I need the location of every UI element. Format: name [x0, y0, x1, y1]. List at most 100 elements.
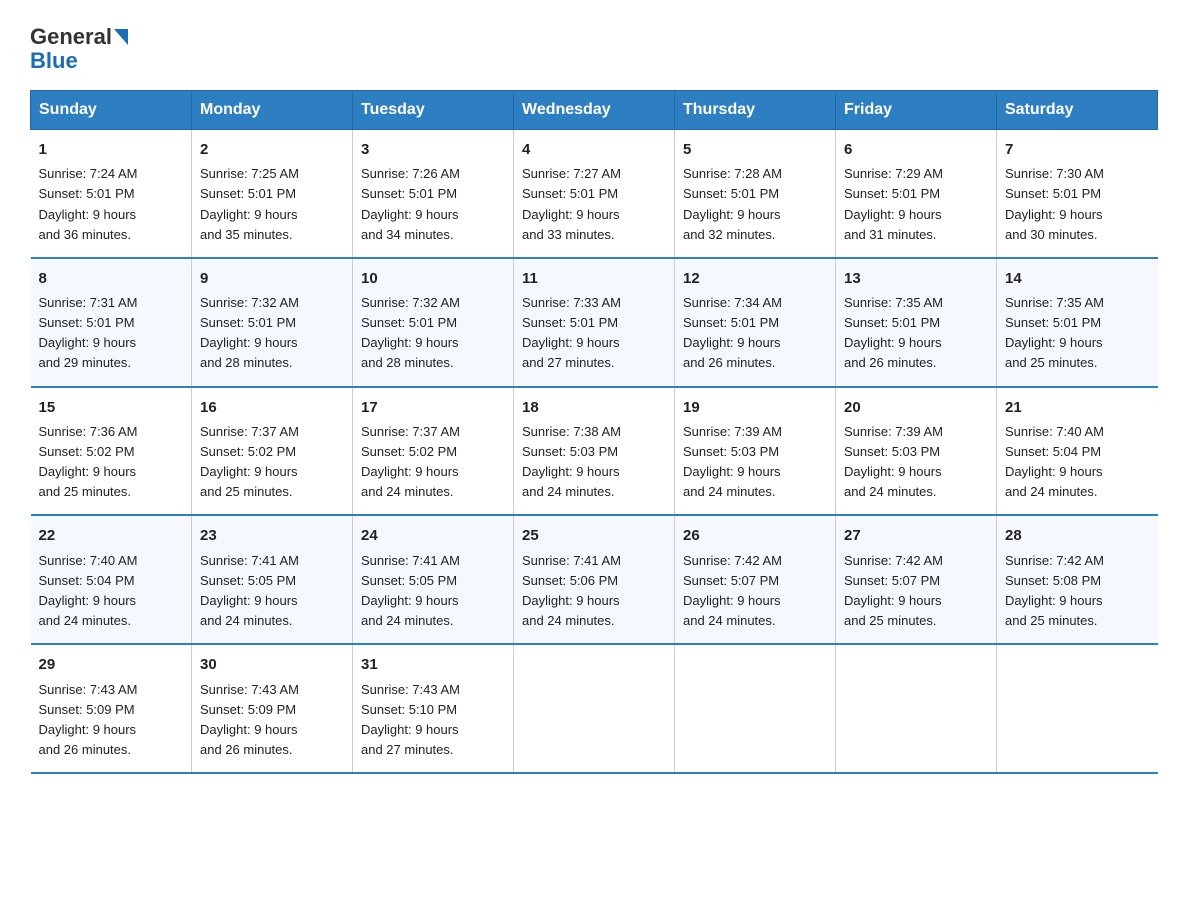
calendar-cell: 8 Sunrise: 7:31 AM Sunset: 5:01 PM Dayli…	[31, 258, 192, 387]
calendar-cell: 1 Sunrise: 7:24 AM Sunset: 5:01 PM Dayli…	[31, 130, 192, 258]
sunrise-text: Sunrise: 7:43 AM	[361, 682, 460, 697]
sunrise-text: Sunrise: 7:34 AM	[683, 295, 782, 310]
calendar-cell: 29 Sunrise: 7:43 AM Sunset: 5:09 PM Dayl…	[31, 644, 192, 773]
daylight-minutes-text: and 28 minutes.	[200, 355, 293, 370]
calendar-cell: 17 Sunrise: 7:37 AM Sunset: 5:02 PM Dayl…	[353, 387, 514, 516]
daylight-minutes-text: and 33 minutes.	[522, 227, 615, 242]
day-number: 10	[361, 267, 505, 290]
day-number: 19	[683, 396, 827, 419]
daylight-text: Daylight: 9 hours	[683, 464, 781, 479]
day-number: 16	[200, 396, 344, 419]
calendar-cell: 23 Sunrise: 7:41 AM Sunset: 5:05 PM Dayl…	[192, 515, 353, 644]
sunset-text: Sunset: 5:07 PM	[844, 573, 940, 588]
daylight-text: Daylight: 9 hours	[200, 464, 298, 479]
daylight-minutes-text: and 24 minutes.	[683, 613, 776, 628]
sunrise-text: Sunrise: 7:33 AM	[522, 295, 621, 310]
calendar-cell: 3 Sunrise: 7:26 AM Sunset: 5:01 PM Dayli…	[353, 130, 514, 258]
daylight-minutes-text: and 24 minutes.	[361, 613, 454, 628]
sunset-text: Sunset: 5:01 PM	[39, 315, 135, 330]
day-number: 27	[844, 524, 988, 547]
sunset-text: Sunset: 5:09 PM	[200, 702, 296, 717]
calendar-table: SundayMondayTuesdayWednesdayThursdayFrid…	[30, 90, 1158, 774]
calendar-cell	[836, 644, 997, 773]
logo-blue: Blue	[30, 48, 78, 73]
daylight-text: Daylight: 9 hours	[844, 593, 942, 608]
daylight-minutes-text: and 24 minutes.	[1005, 484, 1098, 499]
sunrise-text: Sunrise: 7:43 AM	[39, 682, 138, 697]
sunrise-text: Sunrise: 7:42 AM	[683, 553, 782, 568]
daylight-minutes-text: and 25 minutes.	[39, 484, 132, 499]
sunrise-text: Sunrise: 7:35 AM	[844, 295, 943, 310]
daylight-minutes-text: and 35 minutes.	[200, 227, 293, 242]
sunset-text: Sunset: 5:05 PM	[200, 573, 296, 588]
calendar-header-row: SundayMondayTuesdayWednesdayThursdayFrid…	[31, 91, 1158, 130]
sunrise-text: Sunrise: 7:27 AM	[522, 166, 621, 181]
calendar-week-row: 15 Sunrise: 7:36 AM Sunset: 5:02 PM Dayl…	[31, 387, 1158, 516]
calendar-cell: 2 Sunrise: 7:25 AM Sunset: 5:01 PM Dayli…	[192, 130, 353, 258]
daylight-text: Daylight: 9 hours	[522, 464, 620, 479]
daylight-minutes-text: and 30 minutes.	[1005, 227, 1098, 242]
sunset-text: Sunset: 5:01 PM	[39, 186, 135, 201]
sunset-text: Sunset: 5:10 PM	[361, 702, 457, 717]
calendar-cell: 26 Sunrise: 7:42 AM Sunset: 5:07 PM Dayl…	[675, 515, 836, 644]
sunrise-text: Sunrise: 7:41 AM	[522, 553, 621, 568]
daylight-minutes-text: and 24 minutes.	[200, 613, 293, 628]
calendar-week-row: 22 Sunrise: 7:40 AM Sunset: 5:04 PM Dayl…	[31, 515, 1158, 644]
day-number: 1	[39, 138, 184, 161]
sunset-text: Sunset: 5:01 PM	[361, 186, 457, 201]
daylight-text: Daylight: 9 hours	[200, 335, 298, 350]
day-number: 9	[200, 267, 344, 290]
sunrise-text: Sunrise: 7:25 AM	[200, 166, 299, 181]
day-number: 7	[1005, 138, 1150, 161]
sunset-text: Sunset: 5:01 PM	[683, 315, 779, 330]
sunset-text: Sunset: 5:09 PM	[39, 702, 135, 717]
daylight-text: Daylight: 9 hours	[1005, 464, 1103, 479]
sunset-text: Sunset: 5:01 PM	[200, 186, 296, 201]
sunrise-text: Sunrise: 7:40 AM	[1005, 424, 1104, 439]
calendar-cell: 6 Sunrise: 7:29 AM Sunset: 5:01 PM Dayli…	[836, 130, 997, 258]
daylight-minutes-text: and 29 minutes.	[39, 355, 132, 370]
calendar-cell: 10 Sunrise: 7:32 AM Sunset: 5:01 PM Dayl…	[353, 258, 514, 387]
calendar-cell: 28 Sunrise: 7:42 AM Sunset: 5:08 PM Dayl…	[997, 515, 1158, 644]
daylight-text: Daylight: 9 hours	[522, 593, 620, 608]
calendar-cell: 4 Sunrise: 7:27 AM Sunset: 5:01 PM Dayli…	[514, 130, 675, 258]
sunset-text: Sunset: 5:03 PM	[522, 444, 618, 459]
sunrise-text: Sunrise: 7:37 AM	[361, 424, 460, 439]
header-monday: Monday	[192, 91, 353, 130]
daylight-minutes-text: and 27 minutes.	[361, 742, 454, 757]
page-header: General Blue	[30, 20, 1158, 74]
sunrise-text: Sunrise: 7:31 AM	[39, 295, 138, 310]
sunset-text: Sunset: 5:01 PM	[200, 315, 296, 330]
day-number: 29	[39, 653, 184, 676]
daylight-minutes-text: and 28 minutes.	[361, 355, 454, 370]
daylight-minutes-text: and 26 minutes.	[200, 742, 293, 757]
logo-triangle-icon	[114, 29, 128, 45]
day-number: 28	[1005, 524, 1150, 547]
calendar-cell: 16 Sunrise: 7:37 AM Sunset: 5:02 PM Dayl…	[192, 387, 353, 516]
sunset-text: Sunset: 5:08 PM	[1005, 573, 1101, 588]
calendar-cell: 22 Sunrise: 7:40 AM Sunset: 5:04 PM Dayl…	[31, 515, 192, 644]
daylight-text: Daylight: 9 hours	[844, 464, 942, 479]
daylight-text: Daylight: 9 hours	[39, 593, 137, 608]
daylight-minutes-text: and 25 minutes.	[1005, 613, 1098, 628]
sunrise-text: Sunrise: 7:42 AM	[844, 553, 943, 568]
daylight-text: Daylight: 9 hours	[361, 464, 459, 479]
sunrise-text: Sunrise: 7:43 AM	[200, 682, 299, 697]
daylight-text: Daylight: 9 hours	[361, 593, 459, 608]
calendar-cell: 21 Sunrise: 7:40 AM Sunset: 5:04 PM Dayl…	[997, 387, 1158, 516]
daylight-minutes-text: and 27 minutes.	[522, 355, 615, 370]
daylight-minutes-text: and 24 minutes.	[844, 484, 937, 499]
daylight-minutes-text: and 26 minutes.	[844, 355, 937, 370]
day-number: 17	[361, 396, 505, 419]
daylight-minutes-text: and 25 minutes.	[844, 613, 937, 628]
day-number: 3	[361, 138, 505, 161]
day-number: 15	[39, 396, 184, 419]
sunset-text: Sunset: 5:01 PM	[1005, 186, 1101, 201]
day-number: 21	[1005, 396, 1150, 419]
header-saturday: Saturday	[997, 91, 1158, 130]
calendar-cell: 30 Sunrise: 7:43 AM Sunset: 5:09 PM Dayl…	[192, 644, 353, 773]
calendar-cell	[514, 644, 675, 773]
calendar-cell: 5 Sunrise: 7:28 AM Sunset: 5:01 PM Dayli…	[675, 130, 836, 258]
sunset-text: Sunset: 5:01 PM	[361, 315, 457, 330]
calendar-cell: 24 Sunrise: 7:41 AM Sunset: 5:05 PM Dayl…	[353, 515, 514, 644]
